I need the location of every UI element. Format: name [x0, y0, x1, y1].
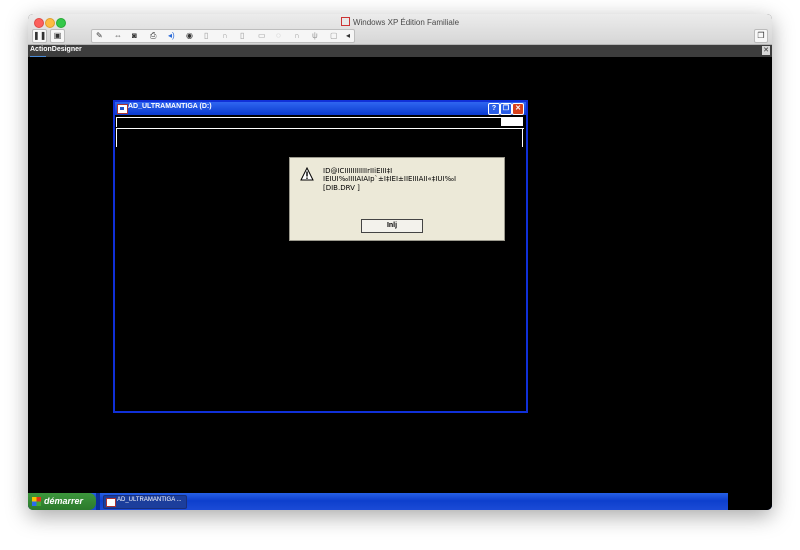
arrows-icon[interactable]: ⇔	[114, 30, 122, 42]
vm-host-window: Windows XP Édition Familiale ❚❚ ▣ ✎ ⇔ ◙ …	[28, 14, 772, 510]
phone-icon[interactable]: ▯	[240, 30, 244, 42]
system-tray	[728, 493, 772, 510]
start-label: démarrer	[44, 496, 84, 506]
start-button[interactable]: démarrer	[28, 493, 96, 510]
warning-icon	[300, 167, 314, 181]
guest-app-window: AD_ULTRAMANTIGA (D:) ? ❐ ✕	[113, 100, 528, 413]
fullscreen-icon[interactable]: ▢	[330, 30, 338, 42]
device-toolbar: ✎ ⇔ ◙ ⎙ ◂) ◉ ▯ ∩ ▯ ▭ ◌ ∩ ψ ▢ ◂	[91, 29, 355, 43]
camera-icon[interactable]: ∩	[294, 30, 300, 42]
taskbar-button[interactable]: AD_ULTRAMANTIGA ...	[103, 495, 187, 509]
window-icon[interactable]: ❐	[754, 29, 768, 43]
host-window-title: Windows XP Édition Familiale	[28, 17, 772, 27]
folder-icon[interactable]: ▭	[258, 30, 266, 42]
error-dialog: ID@ICIIIIIIIIIIIrIIiEIII‡I IEIUI‰IIIIAIA…	[289, 157, 505, 241]
snapshot-button[interactable]: ▣	[50, 29, 65, 43]
record-icon[interactable]: ◉	[186, 30, 193, 42]
guest-window-title: AD_ULTRAMANTIGA (D:)	[128, 103, 212, 110]
windows-logo-icon	[32, 497, 41, 506]
pause-button[interactable]: ❚❚	[32, 29, 47, 43]
host-titlebar: Windows XP Édition Familiale ❚❚ ▣ ✎ ⇔ ◙ …	[28, 14, 772, 45]
sound-icon[interactable]: ◂)	[168, 30, 175, 42]
vm-icon	[340, 17, 350, 26]
content-frame-top	[116, 128, 524, 129]
tab-actiondesigner[interactable]: ActionDesigner	[30, 46, 82, 53]
close-tab-icon[interactable]: ✕	[762, 46, 770, 55]
dialog-message-detail: [DIB.DRV ]	[323, 184, 360, 192]
restore-button[interactable]: ❐	[500, 103, 512, 115]
guest-titlebar: AD_ULTRAMANTIGA (D:) ? ❐ ✕	[115, 102, 526, 115]
taskbar-button-label: AD_ULTRAMANTIGA ...	[117, 497, 182, 503]
dialog-message: ID@ICIIIIIIIIIIIrIIiEIII‡I IEIUI‰IIIIAIA…	[323, 167, 457, 183]
app-icon	[117, 104, 128, 114]
path-input[interactable]	[116, 117, 501, 127]
wrench-icon[interactable]: ✎	[96, 30, 103, 42]
disk-icon[interactable]: ◙	[132, 30, 137, 42]
xp-taskbar: démarrer AD_ULTRAMANTIGA ...	[28, 493, 772, 510]
headset-icon[interactable]: ∩	[222, 30, 228, 42]
help-button[interactable]: ?	[488, 103, 500, 115]
app-icon	[106, 498, 116, 507]
usb-icon[interactable]: ▯	[204, 30, 208, 42]
path-input-end	[501, 117, 523, 126]
cd-icon[interactable]: ◌	[276, 30, 281, 42]
tab-indicator	[30, 56, 46, 57]
content-frame-left	[116, 128, 117, 147]
dialog-ok-button[interactable]: Inlj	[361, 219, 423, 233]
taskbar-separator	[96, 493, 100, 510]
chevron-left-icon[interactable]: ◂	[346, 30, 350, 42]
printer-icon[interactable]: ⎙	[150, 30, 156, 42]
vm-tabbar: ActionDesigner ✕	[28, 45, 772, 57]
guest-close-button[interactable]: ✕	[512, 103, 524, 115]
usb2-icon[interactable]: ψ	[312, 30, 318, 42]
content-frame-right	[522, 128, 523, 147]
